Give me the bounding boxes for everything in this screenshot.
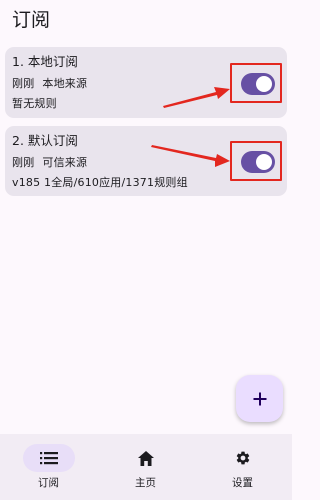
nav-label: 设置	[232, 477, 253, 489]
nav-label: 主页	[135, 477, 156, 489]
subscription-meta: 刚刚 可信来源	[12, 156, 87, 170]
nav-indicator	[120, 444, 172, 472]
nav-item-home[interactable]: 主页	[97, 434, 194, 500]
subscription-title: 1. 本地订阅	[12, 54, 78, 69]
list-icon	[39, 452, 58, 465]
subscription-detail: 暂无规则	[12, 97, 57, 110]
gear-icon	[236, 451, 249, 465]
page-title: 订阅	[12, 9, 51, 31]
subscription-updated: 刚刚	[12, 156, 35, 169]
nav-indicator	[217, 444, 269, 472]
home-icon	[137, 450, 154, 466]
nav-item-settings[interactable]: 设置	[194, 434, 291, 500]
toggle-knob	[256, 76, 272, 92]
subscription-toggle[interactable]	[241, 73, 275, 95]
subscription-updated: 刚刚	[12, 77, 35, 90]
subscription-source: 本地来源	[42, 77, 88, 90]
nav-item-subscriptions[interactable]: 订阅	[0, 434, 97, 500]
toggle-knob	[256, 154, 272, 170]
subscription-title: 2. 默认订阅	[12, 133, 78, 148]
plus-icon	[253, 392, 266, 405]
subscription-card-default[interactable]: 2. 默认订阅 刚刚 可信来源 v185 1全局/610应用/1371规则组	[5, 126, 287, 196]
highlight-box	[230, 63, 282, 103]
highlight-box	[230, 141, 282, 181]
subscription-detail: v185 1全局/610应用/1371规则组	[12, 176, 188, 189]
subscription-card-local[interactable]: 1. 本地订阅 刚刚 本地来源 暂无规则	[5, 47, 287, 118]
nav-label: 订阅	[38, 477, 59, 489]
bottom-navigation: 订阅 主页 设置	[0, 434, 292, 500]
add-subscription-button[interactable]	[236, 375, 283, 422]
subscription-toggle[interactable]	[241, 151, 275, 173]
subscription-meta: 刚刚 本地来源	[12, 77, 87, 91]
subscription-source: 可信来源	[42, 156, 88, 169]
nav-indicator	[22, 444, 75, 472]
